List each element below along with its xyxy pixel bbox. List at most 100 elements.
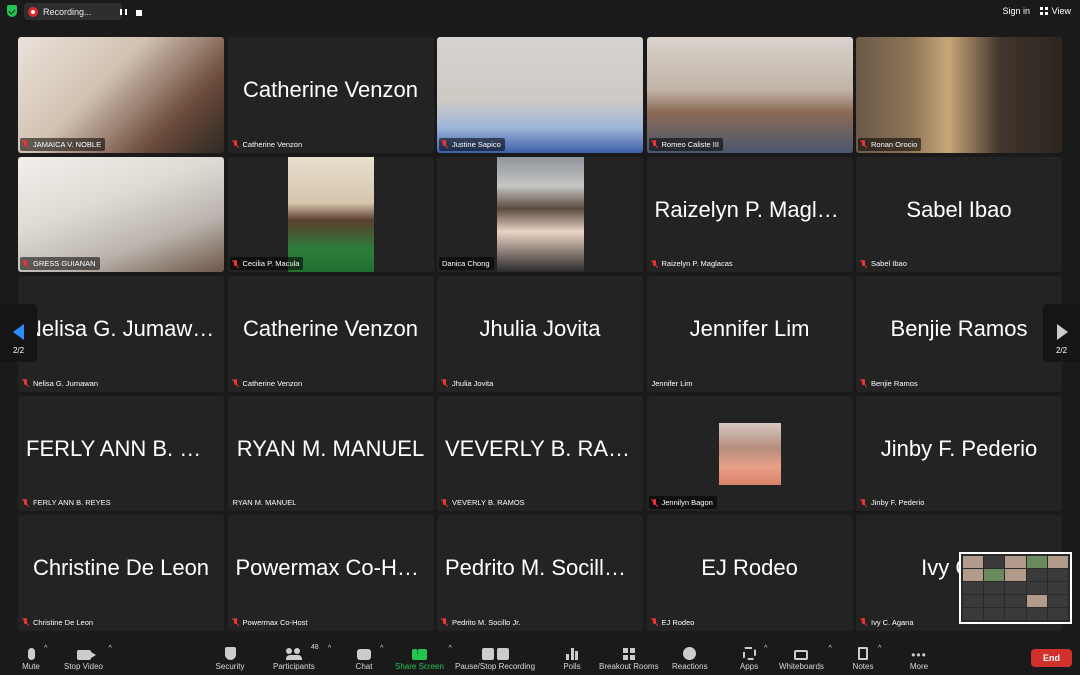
chevron-up-icon[interactable]: ^ [109, 645, 112, 652]
participant-tile[interactable]: Powermax Co-Ho… Powermax Co-Host [227, 515, 434, 631]
participant-tile[interactable]: Ronan Orocio [856, 37, 1062, 153]
participant-name-label: Sabel Ibao [858, 257, 911, 270]
notes-icon [858, 647, 868, 660]
end-meeting-button[interactable]: End [1031, 649, 1072, 667]
participant-tile[interactable]: Cecilia P. Macula [227, 156, 434, 272]
participant-display-name: Catherine Venzon [243, 316, 418, 341]
recording-controls-icon [480, 648, 510, 660]
participant-tile[interactable]: VEVERLY B. RAM… VEVERLY B. RAMOS [437, 395, 643, 511]
pause-recording-icon[interactable] [120, 9, 127, 15]
thumbnail-cell [1047, 608, 1068, 620]
participant-name-label: Christine De Leon [20, 616, 97, 629]
thumbnail-cell [963, 569, 984, 581]
participant-name-label: Ronan Orocio [858, 137, 922, 151]
participant-display-name: Pedrito M. Socillo… [445, 555, 639, 580]
participant-display-name: Nelisa G. Jumawan [26, 316, 217, 341]
participant-tile[interactable]: Benjie Ramos Benjie Ramos [856, 276, 1062, 392]
thumbnail-cell [1005, 569, 1026, 581]
reactions-smiley-icon [683, 647, 697, 660]
participant-tile[interactable]: Romeo Caliste III [646, 37, 853, 153]
participant-tile[interactable]: Christine De Leon Christine De Leon [18, 515, 224, 631]
participant-tile[interactable]: FERLY ANN B. RE… FERLY ANN B. REYES [18, 395, 224, 511]
chevron-up-icon[interactable]: ^ [828, 645, 831, 652]
participant-tile[interactable]: EJ Rodeo EJ Rodeo [646, 515, 853, 631]
chat-button[interactable]: ^ Chat [349, 641, 384, 675]
mute-button[interactable]: ^ Mute [16, 641, 47, 675]
thumbnail-cell [1005, 582, 1026, 594]
thumbnail-cell [1047, 556, 1068, 568]
participant-tile[interactable]: Nelisa G. Jumawan Nelisa G. Jumawan [18, 276, 224, 392]
reactions-button[interactable]: Reactions [672, 641, 708, 675]
view-button[interactable]: View [1039, 6, 1071, 16]
previous-page-button[interactable]: 2/2 [0, 304, 37, 362]
participant-grid: JAMAICA V. NOBLE Catherine Venzon Catherin… [18, 37, 1062, 631]
security-shield-icon[interactable] [7, 5, 17, 17]
participant-display-name: Jinby F. Pederio [880, 435, 1038, 461]
arrow-left-icon [13, 324, 24, 340]
stop-recording-icon[interactable] [136, 10, 142, 16]
thumbnail-cell [1026, 595, 1047, 607]
participant-name-label: Nelisa G. Jumawan [20, 377, 102, 390]
security-button[interactable]: Security [215, 641, 245, 675]
participant-tile[interactable]: Danica Chong [437, 156, 643, 272]
participant-tile[interactable]: JAMAICA V. NOBLE [18, 37, 224, 153]
thumbnail-cell [984, 582, 1005, 594]
mic-muted-icon [861, 618, 867, 626]
participant-tile[interactable]: GRESS GUIANAN [18, 156, 224, 272]
notes-button[interactable]: ^ Notes [848, 641, 882, 675]
thumbnail-cell [1005, 608, 1026, 620]
participant-name: GRESS GUIANAN [33, 259, 96, 268]
gallery-thumbnail-preview[interactable] [959, 552, 1072, 624]
participant-tile[interactable]: Jennifer Lim Jennifer Lim [646, 276, 853, 392]
participant-name-label: Danica Chong [439, 257, 494, 270]
apps-button[interactable]: ^ Apps [734, 641, 767, 675]
participant-video [18, 37, 224, 153]
mic-muted-icon [23, 379, 29, 387]
participant-name: Jhulia Jovita [452, 378, 494, 388]
participant-tile[interactable]: Catherine Venzon Catherine Venzon [227, 276, 434, 392]
polls-button[interactable]: Polls [557, 641, 587, 675]
participant-tile[interactable]: Justine Sapico [437, 37, 643, 153]
participants-button[interactable]: 48 ^ Participants [273, 641, 331, 675]
pause-stop-recording-label: Pause/Stop Recording [455, 662, 536, 671]
chevron-up-icon[interactable]: ^ [764, 645, 767, 652]
apps-icon [742, 647, 756, 660]
participant-name: Pedrito M. Socillo Jr. [452, 617, 521, 627]
participant-video [497, 156, 584, 272]
mic-muted-icon [861, 140, 867, 148]
chevron-up-icon[interactable]: ^ [878, 645, 881, 652]
participant-tile[interactable]: Jinby F. Pederio Jinby F. Pederio [856, 395, 1062, 511]
more-dots-icon: ••• [911, 648, 927, 662]
thumbnail-cell [1005, 556, 1026, 568]
share-screen-button[interactable]: ^ Share Screen [395, 641, 452, 675]
participant-video [646, 37, 853, 153]
stop-video-button[interactable]: ^ Stop Video [64, 641, 112, 675]
participant-tile[interactable]: Pedrito M. Socillo… Pedrito M. Socillo Jr… [437, 515, 643, 631]
participant-tile[interactable]: RYAN M. MANUEL RYAN M. MANUEL [227, 395, 434, 511]
whiteboards-button[interactable]: ^ Whiteboards [779, 641, 832, 675]
share-screen-icon [411, 646, 427, 660]
pause-stop-recording-button[interactable]: Pause/Stop Recording [455, 641, 535, 675]
participant-name: Sabel Ibao [871, 259, 907, 268]
more-button[interactable]: ••• More [904, 641, 934, 675]
participant-display-name: Jennifer Lim [689, 316, 810, 341]
participant-tile[interactable]: Catherine Venzon Catherine Venzon [227, 37, 434, 153]
mic-muted-icon [652, 618, 658, 626]
participant-tile[interactable]: Jhulia Jovita Jhulia Jovita [437, 276, 643, 392]
chevron-up-icon[interactable]: ^ [448, 645, 451, 652]
participant-tile[interactable]: Jennilyn Bagon [646, 395, 853, 511]
next-page-button[interactable]: 2/2 [1043, 304, 1080, 362]
chevron-up-icon[interactable]: ^ [380, 645, 383, 652]
breakout-rooms-button[interactable]: Breakout Rooms [599, 641, 659, 675]
participant-name-label: RYAN M. MANUEL [230, 496, 301, 509]
participant-name-label: VEVERLY B. RAMOS [439, 496, 529, 509]
chevron-up-icon[interactable]: ^ [328, 645, 331, 652]
meeting-toolbar: ^ Mute ^ Stop Video Security 48 ^ Partici… [0, 641, 1080, 675]
chevron-up-icon[interactable]: ^ [44, 645, 47, 652]
notes-label: Notes [852, 662, 874, 671]
participant-tile[interactable]: Raizelyn P. Magla… Raizelyn P. Maglacas [646, 156, 853, 272]
security-label: Security [215, 662, 245, 671]
participant-tile[interactable]: Sabel Ibao Sabel Ibao [856, 156, 1062, 272]
participant-video [287, 156, 374, 272]
sign-in-link[interactable]: Sign in [1002, 6, 1030, 16]
